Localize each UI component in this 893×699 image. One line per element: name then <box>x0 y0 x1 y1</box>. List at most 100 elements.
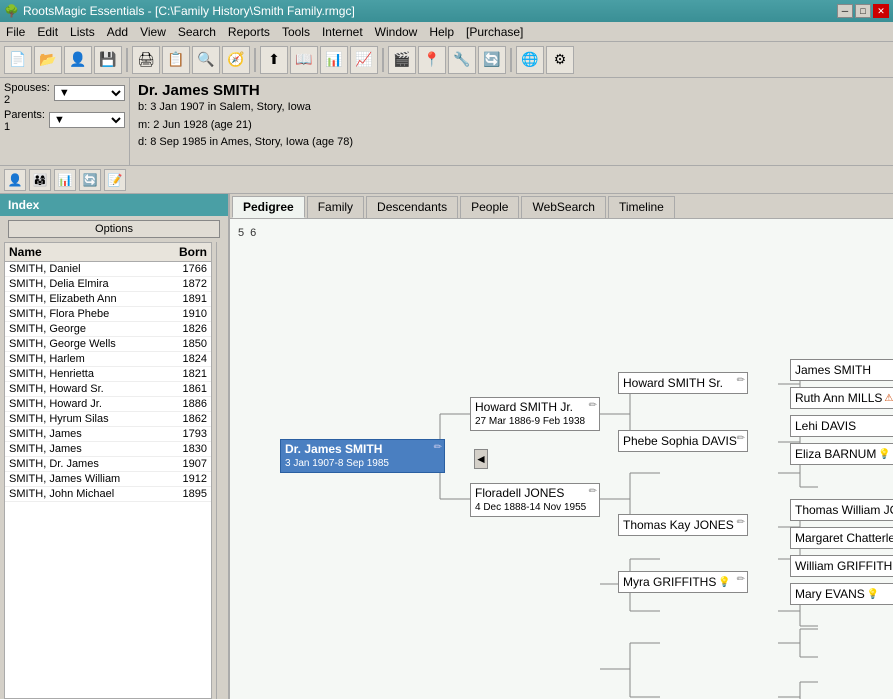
menu-help[interactable]: Help <box>423 23 460 41</box>
toolbar-new[interactable]: 📄 <box>4 46 32 74</box>
father-box[interactable]: Howard SMITH Jr. 27 Mar 1886-9 Feb 1938 … <box>470 397 600 431</box>
toolbar-nav[interactable]: 🧭 <box>222 46 250 74</box>
nav-family[interactable]: 👨‍👩‍👧 <box>29 169 51 191</box>
tab-pedigree[interactable]: Pedigree <box>232 196 305 218</box>
index-row-born: 1821 <box>161 367 211 381</box>
mff-box[interactable]: Thomas William JONES ✏ <box>790 499 893 521</box>
index-row[interactable]: SMITH, Harlem1824 <box>5 352 211 367</box>
index-row[interactable]: SMITH, George1826 <box>5 322 211 337</box>
index-row[interactable]: SMITH, Flora Phebe1910 <box>5 307 211 322</box>
toolbar-search[interactable]: 🔍 <box>192 46 220 74</box>
parents-dropdown[interactable]: ▼ <box>49 112 125 128</box>
toolbar-sync[interactable]: 🔄 <box>478 46 506 74</box>
person-birth: b: 3 Jan 1907 in Salem, Story, Iowa <box>138 99 885 117</box>
toolbar-extra[interactable]: ⚙ <box>546 46 574 74</box>
fmf-box[interactable]: Lehi DAVIS ✏ <box>790 415 893 437</box>
index-header: Index <box>0 194 228 216</box>
toolbar-up[interactable]: ⬆ <box>260 46 288 74</box>
menu-file[interactable]: File <box>0 23 31 41</box>
options-button[interactable]: Options <box>8 220 220 238</box>
menu-tools[interactable]: Tools <box>276 23 316 41</box>
tab-timeline[interactable]: Timeline <box>608 196 675 218</box>
toolbar-web[interactable]: 🌐 <box>516 46 544 74</box>
menu-purchase[interactable]: [Purchase] <box>460 23 529 41</box>
toolbar-tools2[interactable]: 🔧 <box>448 46 476 74</box>
index-row[interactable]: SMITH, James1830 <box>5 442 211 457</box>
left-nav-arrow[interactable]: ◄ <box>474 449 488 469</box>
toolbar-report[interactable]: 📊 <box>320 46 348 74</box>
index-row[interactable]: SMITH, Howard Sr.1861 <box>5 382 211 397</box>
app-icon: 🌳 <box>4 4 19 18</box>
index-row[interactable]: SMITH, Howard Jr.1886 <box>5 397 211 412</box>
fff-name: James SMITH <box>795 363 871 377</box>
menu-view[interactable]: View <box>134 23 172 41</box>
toolbar-save[interactable]: 💾 <box>94 46 122 74</box>
toolbar-book[interactable]: 📖 <box>290 46 318 74</box>
selected-person[interactable]: Dr. James SMITH 3 Jan 1907-8 Sep 1985 ✏ <box>280 439 445 473</box>
index-row[interactable]: SMITH, James1793 <box>5 427 211 442</box>
index-row[interactable]: SMITH, Elizabeth Ann1891 <box>5 292 211 307</box>
index-row-born: 1886 <box>161 397 211 411</box>
ffm-box[interactable]: Ruth Ann MILLS ⚠ ✏ <box>790 387 893 409</box>
index-row-name: SMITH, George <box>5 322 161 336</box>
close-button[interactable]: ✕ <box>873 4 889 18</box>
index-row[interactable]: SMITH, John Michael1895 <box>5 487 211 502</box>
mmm-box[interactable]: Mary EVANS 💡 ✏ <box>790 583 893 605</box>
ffm-warning-icon: ⚠ <box>884 393 893 404</box>
nav-media[interactable]: 🔄 <box>79 169 101 191</box>
fff-box[interactable]: James SMITH ✏ <box>790 359 893 381</box>
index-scrollbar[interactable] <box>216 242 228 699</box>
info-details: Dr. James SMITH b: 3 Jan 1907 in Salem, … <box>130 78 893 165</box>
menu-lists[interactable]: Lists <box>64 23 101 41</box>
menu-window[interactable]: Window <box>369 23 424 41</box>
mother-box[interactable]: Floradell JONES 4 Dec 1888-14 Nov 1955 ✏ <box>470 483 600 517</box>
mmf-box[interactable]: William GRIFFITHS 💡 ✏ <box>790 555 893 577</box>
spouses-dropdown[interactable]: ▼ <box>54 85 125 101</box>
nav-person[interactable]: 👤 <box>4 169 26 191</box>
toolbar-view[interactable]: 📋 <box>162 46 190 74</box>
index-row[interactable]: SMITH, James William1912 <box>5 472 211 487</box>
toolbar-person[interactable]: 👤 <box>64 46 92 74</box>
tab-people[interactable]: People <box>460 196 519 218</box>
mfm-box[interactable]: Margaret Chatterley KA 💡 ✏ <box>790 527 893 549</box>
toolbar-places[interactable]: 📍 <box>418 46 446 74</box>
mm-box[interactable]: Myra GRIFFITHS 💡 ✏ <box>618 571 748 593</box>
pedigree-area: 5 6 ◄ Dr. James SMITH 3 Jan 1907-8 Sep 1… <box>230 219 893 699</box>
index-row-name: SMITH, Howard Sr. <box>5 382 161 396</box>
father-name: Howard SMITH Jr. <box>475 400 573 414</box>
mf-box[interactable]: Thomas Kay JONES ✏ <box>618 514 748 536</box>
index-row[interactable]: SMITH, Delia Elmira1872 <box>5 277 211 292</box>
fm-name: Phebe Sophia DAVIS <box>623 434 737 448</box>
index-row[interactable]: SMITH, Dr. James1907 <box>5 457 211 472</box>
ffm-name: Ruth Ann MILLS <box>795 391 882 405</box>
toolbar-media[interactable]: 🎬 <box>388 46 416 74</box>
index-row[interactable]: SMITH, Hyrum Silas1862 <box>5 412 211 427</box>
menu-edit[interactable]: Edit <box>31 23 64 41</box>
tab-family[interactable]: Family <box>307 196 364 218</box>
person-marriage: m: 2 Jun 1928 (age 21) <box>138 117 885 135</box>
menu-search[interactable]: Search <box>172 23 222 41</box>
index-row-name: SMITH, Flora Phebe <box>5 307 161 321</box>
minimize-button[interactable]: ─ <box>837 4 853 18</box>
nav-chart[interactable]: 📊 <box>54 169 76 191</box>
menu-add[interactable]: Add <box>101 23 134 41</box>
toolbar-open[interactable]: 📂 <box>34 46 62 74</box>
right-panel: Pedigree Family Descendants People WebSe… <box>230 194 893 699</box>
index-row-name: SMITH, Daniel <box>5 262 161 276</box>
index-row[interactable]: SMITH, Daniel1766 <box>5 262 211 277</box>
index-row[interactable]: SMITH, Henrietta1821 <box>5 367 211 382</box>
tab-descendants[interactable]: Descendants <box>366 196 458 218</box>
menu-internet[interactable]: Internet <box>316 23 369 41</box>
menu-reports[interactable]: Reports <box>222 23 276 41</box>
toolbar-chart[interactable]: 📈 <box>350 46 378 74</box>
tab-websearch[interactable]: WebSearch <box>521 196 605 218</box>
maximize-button[interactable]: □ <box>855 4 871 18</box>
selected-edit-icon: ✏ <box>434 442 442 453</box>
fmm-name: Eliza BARNUM <box>795 447 876 461</box>
toolbar-print[interactable]: 🖨 <box>132 46 160 74</box>
fm-box[interactable]: Phebe Sophia DAVIS ✏ <box>618 430 748 452</box>
fmm-box[interactable]: Eliza BARNUM 💡 ✏ <box>790 443 893 465</box>
index-row[interactable]: SMITH, George Wells1850 <box>5 337 211 352</box>
ff-box[interactable]: Howard SMITH Sr. ✏ <box>618 372 748 394</box>
nav-notes[interactable]: 📝 <box>104 169 126 191</box>
